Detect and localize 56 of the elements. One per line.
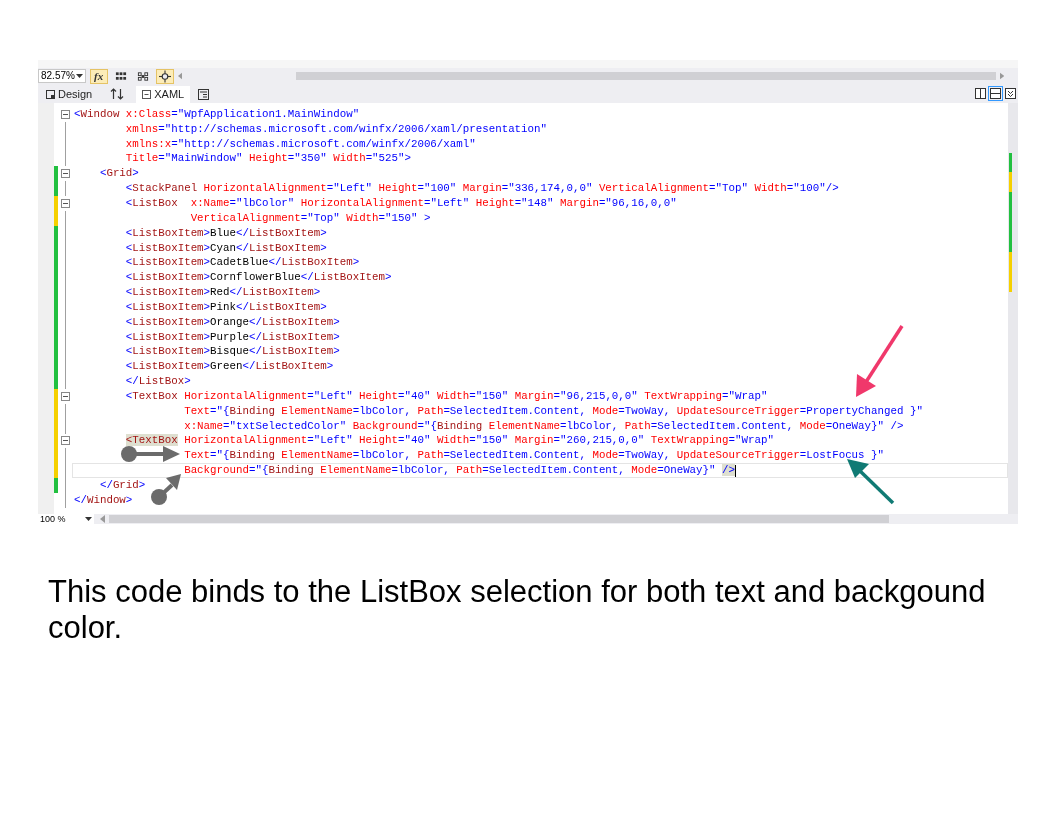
text-cursor: [735, 464, 736, 477]
collapse-icon[interactable]: [60, 109, 70, 119]
code-line: <ListBoxItem>CornflowerBlue</ListBoxItem>: [125, 271, 392, 285]
code-line: Text="{Binding ElementName=lbColor, Path=SelectedItem.Content, Mode=TwoWay, UpdateSourceTrigger=LostFocus }": [184, 449, 884, 463]
code-line: </Grid>: [99, 479, 146, 492]
zoom-dropdown[interactable]: 100 %: [38, 514, 94, 524]
code-line: <TextBox HorizontalAlignment="Left" Height="40" Width="150" Margin="96,215,0,0" TextWrapping="Wrap": [125, 389, 768, 403]
pointer-arrow: [121, 446, 180, 462]
code-line: <ListBoxItem>Purple</ListBoxItem>: [125, 330, 340, 344]
collapse-icon[interactable]: [60, 436, 70, 446]
code-line: VerticalAlignment="Top" Width="150" >: [190, 211, 431, 225]
collapse-icon[interactable]: [60, 199, 70, 208]
code-line: <ListBoxItem>Red</ListBoxItem>: [125, 286, 321, 300]
code-line: <ListBoxItem>Pink</ListBoxItem>: [125, 300, 327, 314]
code-line: <ListBoxItem>Blue</ListBoxItem>: [125, 226, 327, 240]
code-line: <ListBoxItem>CadetBlue</ListBoxItem>: [125, 256, 360, 270]
crosshair-button[interactable]: [155, 68, 174, 84]
xaml-icon: [142, 90, 152, 99]
callout-arrow: [847, 459, 895, 505]
scrollbar-thumb[interactable]: [109, 515, 889, 523]
pointer-arrow: [151, 474, 181, 505]
code-line: Title="MainWindow" Height="350" Width="525">: [125, 152, 411, 166]
split-horizontal-button[interactable]: [988, 86, 1003, 101]
code-line: </ListBox>: [125, 375, 191, 389]
code-line: <ListBoxItem>Green</ListBoxItem>: [125, 360, 334, 374]
code-line: xmlns="http://schemas.microsoft.com/winfx/2006/xaml/presentation": [125, 122, 547, 136]
code-line: <StackPanel HorizontalAlignment="Left" Height="100" Margin="336,174,0,0" VerticalAlignment="Top" Width="100"/>: [125, 182, 839, 196]
document-outline-icon[interactable]: [198, 89, 210, 100]
code-line: Text="{Binding ElementName=lbColor, Path=SelectedItem.Content, Mode=TwoWay, UpdateSourceTrigger=PropertyChanged }": [184, 404, 923, 418]
tab[interactable]: Design: [40, 86, 99, 103]
code-line: <ListBox x:Name="lbColor" HorizontalAlignment="Left" Height="148" Margin="96,16,0,0": [125, 197, 677, 210]
zoom-dropdown[interactable]: 82.57%: [38, 69, 86, 83]
collapse-icon[interactable]: [60, 391, 70, 401]
callout-arrow: [856, 325, 904, 397]
formula-button[interactable]: fx: [89, 68, 108, 84]
split-vertical-button[interactable]: [973, 86, 988, 101]
code-line: </Window>: [74, 493, 133, 507]
code-line: <ListBoxItem>Cyan</ListBoxItem>: [125, 241, 327, 255]
dropdown-caret-icon[interactable]: [85, 517, 92, 521]
code-line: <Grid>: [99, 167, 139, 181]
collapse-button[interactable]: [1003, 86, 1018, 101]
dropdown-caret-icon[interactable]: [75, 74, 83, 78]
code-line: Background="{Binding ElementName=lbColor, Path=SelectedItem.Content, Mode=OneWay}" />: [184, 464, 735, 478]
code-line: <ListBoxItem>Bisque</ListBoxItem>: [125, 345, 340, 359]
collapse-icon[interactable]: [60, 169, 70, 179]
code-line: x:Name="txtSelectedColor" Background="{Binding ElementName=lbColor, Path=SelectedItem.Content, Mode=OneWay}" />: [184, 419, 904, 433]
swap-panes-icon[interactable]: [110, 88, 125, 100]
scrollbar-thumb[interactable]: [295, 72, 996, 80]
caption: This code binds to the ListBox selection for both text and backgound color.: [48, 574, 987, 646]
tab[interactable]: XAML: [136, 86, 191, 103]
vertical-scrollbar[interactable]: [1008, 103, 1018, 514]
code-line: <Window x:Class="WpfApplication1.MainWindow": [74, 107, 360, 121]
code-line: <TextBox HorizontalAlignment="Left" Height="40" Width="150" Margin="260,215,0,0" TextWrapping="Wrap": [125, 434, 774, 448]
code-line: <ListBoxItem>Orange</ListBoxItem>: [125, 315, 340, 329]
designer-icon: [46, 90, 55, 99]
code-line: xmlns:x="http://schemas.microsoft.com/winfx/2006/xaml": [125, 137, 476, 151]
